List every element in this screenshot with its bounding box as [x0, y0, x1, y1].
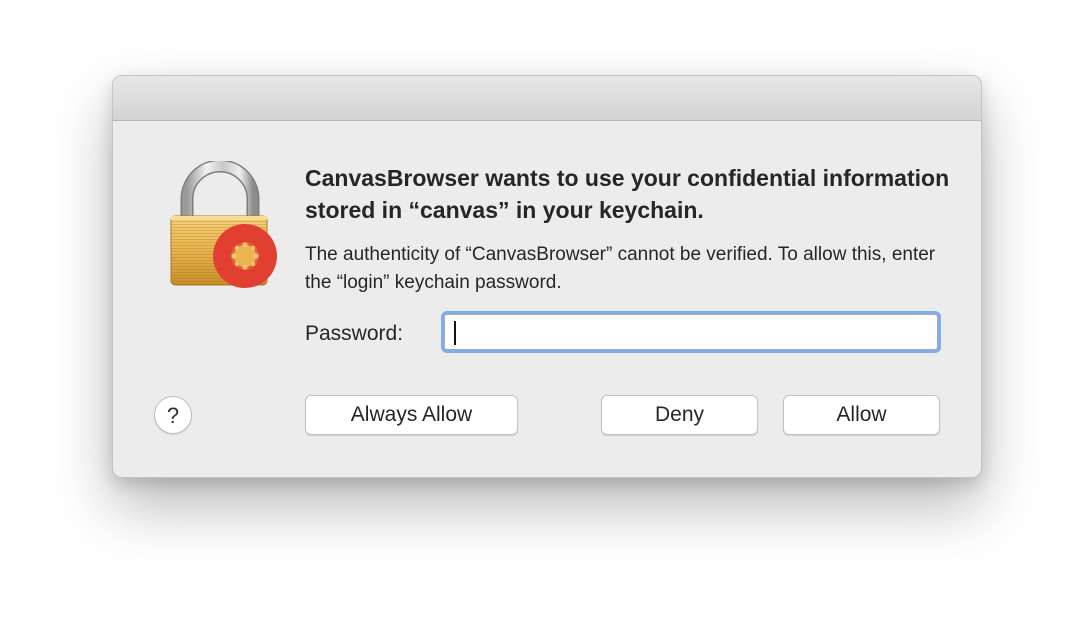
always-allow-button[interactable]: Always Allow [305, 395, 518, 435]
password-field[interactable] [444, 314, 938, 350]
dialog-heading: CanvasBrowser wants to use your confiden… [305, 165, 950, 223]
allow-button[interactable]: Allow [783, 395, 940, 435]
help-button[interactable]: ? [154, 396, 192, 434]
canvas-logo-icon [213, 224, 277, 288]
text-cursor [454, 321, 456, 345]
dialog-message: The authenticity of “CanvasBrowser” cann… [305, 244, 936, 293]
deny-button[interactable]: Deny [601, 395, 758, 435]
dialog-titlebar [113, 76, 981, 121]
keychain-access-dialog: CanvasBrowser wants to use your confiden… [112, 75, 982, 478]
password-label: Password: [305, 322, 404, 345]
